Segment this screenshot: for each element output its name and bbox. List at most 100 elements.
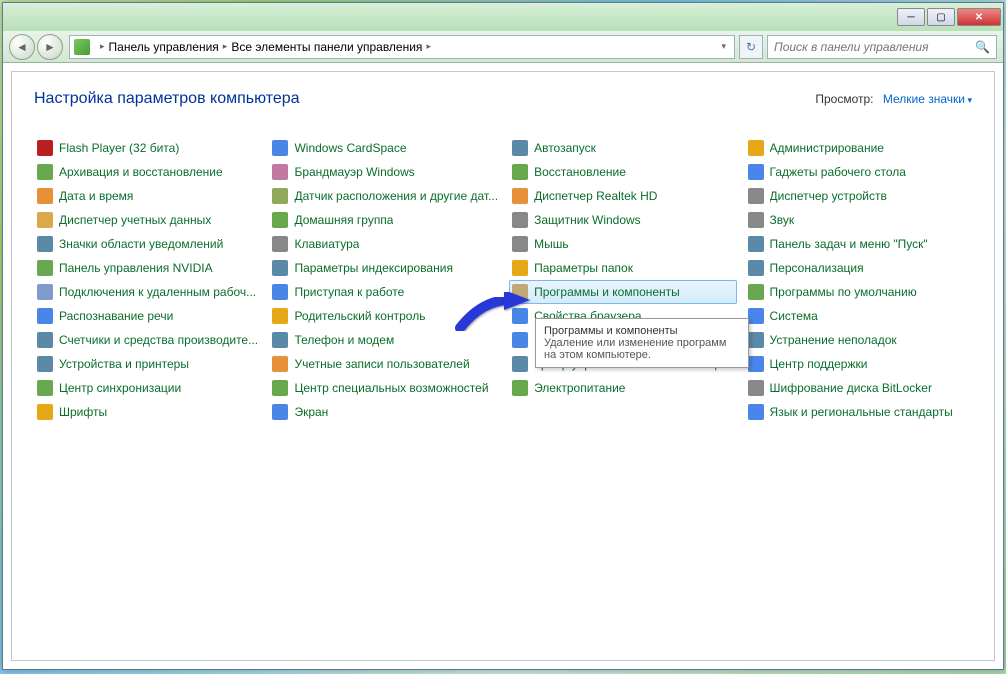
address-dropdown[interactable]: ▾ [717,41,730,52]
control-panel-item[interactable]: Язык и региональные стандарты [745,400,972,424]
search-box: 🔍 [767,35,997,59]
item-label: Диспетчер учетных данных [59,213,211,227]
close-button[interactable]: ✕ [957,8,1001,26]
control-panel-item[interactable]: Счетчики и средства производите... [34,328,261,352]
view-mode-dropdown[interactable]: Мелкие значки [883,92,972,106]
address-bar[interactable]: ▸ Панель управления ▸ Все элементы панел… [69,35,735,59]
control-panel-item[interactable]: Центр синхронизации [34,376,261,400]
item-icon [512,356,528,372]
item-label: Диспетчер Realtek HD [534,189,657,203]
control-panel-item[interactable]: Панель управления NVIDIA [34,256,261,280]
item-icon [37,260,53,276]
item-label: Шрифты [59,405,107,419]
control-panel-item[interactable]: Мышь [509,232,736,256]
item-label: Персонализация [770,261,864,275]
item-label: Восстановление [534,165,626,179]
control-panel-item[interactable]: Устранение неполадок [745,328,972,352]
item-icon [272,404,288,420]
item-icon [512,380,528,396]
control-panel-item[interactable]: Датчик расположения и другие дат... [269,184,501,208]
control-panel-item[interactable]: Значки области уведомлений [34,232,261,256]
control-panel-item[interactable]: Программы и компоненты [509,280,736,304]
control-panel-item[interactable]: Архивация и восстановление [34,160,261,184]
item-icon [37,236,53,252]
control-panel-item[interactable]: Система [745,304,972,328]
refresh-button[interactable]: ↻ [739,35,763,59]
control-panel-item[interactable]: Параметры индексирования [269,256,501,280]
control-panel-item[interactable]: Диспетчер устройств [745,184,972,208]
control-panel-item[interactable]: Распознавание речи [34,304,261,328]
control-panel-item[interactable]: Гаджеты рабочего стола [745,160,972,184]
back-button[interactable]: ◄ [9,34,35,60]
item-label: Панель управления NVIDIA [59,261,213,275]
item-icon [272,164,288,180]
control-panel-item[interactable]: Диспетчер учетных данных [34,208,261,232]
item-icon [37,212,53,228]
control-panel-item[interactable]: Приступая к работе [269,280,501,304]
minimize-button[interactable]: ─ [897,8,925,26]
item-icon [272,284,288,300]
control-panel-item[interactable]: Flash Player (32 бита) [34,136,261,160]
item-icon [37,140,53,156]
item-icon [512,140,528,156]
control-panel-item[interactable]: Персонализация [745,256,972,280]
item-icon [272,260,288,276]
item-label: Центр поддержки [770,357,868,371]
view-label: Просмотр: [815,92,873,106]
content-area: Настройка параметров компьютера Просмотр… [11,71,995,661]
control-panel-item[interactable]: Телефон и модем [269,328,501,352]
item-icon [272,356,288,372]
control-panel-item[interactable]: Устройства и принтеры [34,352,261,376]
item-label: Архивация и восстановление [59,165,223,179]
item-icon [272,140,288,156]
breadcrumb-root[interactable]: Панель управления [109,40,219,54]
item-icon [748,164,764,180]
breadcrumb-sub[interactable]: Все элементы панели управления [231,40,422,54]
content-header: Настройка параметров компьютера Просмотр… [34,90,972,108]
item-label: Мышь [534,237,569,251]
control-panel-item[interactable]: Диспетчер Realtek HD [509,184,736,208]
control-panel-item[interactable]: Подключения к удаленным рабоч... [34,280,261,304]
item-label: Центр специальных возможностей [294,381,488,395]
forward-button[interactable]: ► [37,34,63,60]
control-panel-item[interactable]: Экран [269,400,501,424]
item-label: Программы и компоненты [534,285,680,299]
control-panel-item[interactable]: Учетные записи пользователей [269,352,501,376]
control-panel-item[interactable]: Клавиатура [269,232,501,256]
search-input[interactable] [774,40,975,54]
control-panel-item[interactable]: Дата и время [34,184,261,208]
item-icon [37,164,53,180]
control-panel-item[interactable]: Электропитание [509,376,736,400]
control-panel-item[interactable]: Windows CardSpace [269,136,501,160]
control-panel-window: ─ ▢ ✕ ◄ ► ▸ Панель управления ▸ Все элем… [2,2,1004,670]
item-label: Электропитание [534,381,625,395]
item-icon [512,164,528,180]
search-icon[interactable]: 🔍 [975,40,990,54]
control-panel-item[interactable]: Центр поддержки [745,352,972,376]
maximize-button[interactable]: ▢ [927,8,955,26]
control-panel-item[interactable]: Шифрование диска BitLocker [745,376,972,400]
item-label: Датчик расположения и другие дат... [294,189,498,203]
item-label: Flash Player (32 бита) [59,141,179,155]
control-panel-item[interactable]: Программы по умолчанию [745,280,972,304]
control-panel-item[interactable]: Защитник Windows [509,208,736,232]
control-panel-item[interactable]: Параметры папок [509,256,736,280]
item-label: Устройства и принтеры [59,357,189,371]
item-icon [748,140,764,156]
item-icon [748,284,764,300]
view-control: Просмотр: Мелкие значки [815,92,972,106]
control-panel-item[interactable]: Шрифты [34,400,261,424]
item-label: Диспетчер устройств [770,189,887,203]
control-panel-item[interactable]: Родительский контроль [269,304,501,328]
control-panel-item[interactable]: Администрирование [745,136,972,160]
item-icon [37,356,53,372]
control-panel-item[interactable]: Звук [745,208,972,232]
control-panel-item[interactable]: Панель задач и меню "Пуск" [745,232,972,256]
control-panel-item[interactable]: Центр специальных возможностей [269,376,501,400]
control-panel-item[interactable]: Восстановление [509,160,736,184]
item-label: Панель задач и меню "Пуск" [770,237,928,251]
control-panel-item[interactable]: Брандмауэр Windows [269,160,501,184]
control-panel-item[interactable]: Домашняя группа [269,208,501,232]
item-icon [512,236,528,252]
control-panel-item[interactable]: Автозапуск [509,136,736,160]
